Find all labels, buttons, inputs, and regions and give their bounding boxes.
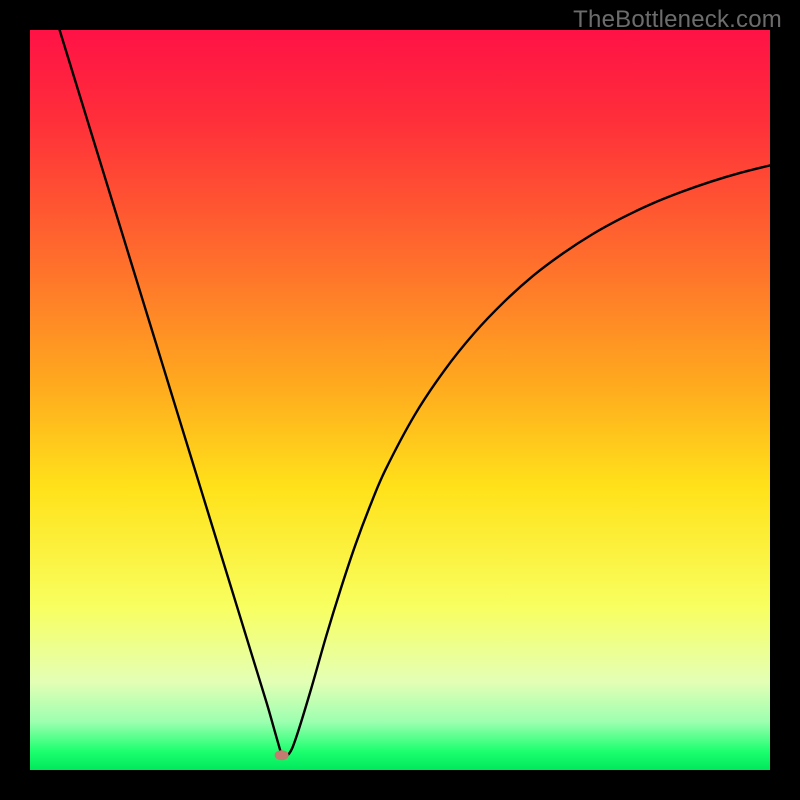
chart-svg — [30, 30, 770, 770]
optimum-marker — [275, 750, 289, 760]
chart-frame: TheBottleneck.com — [0, 0, 800, 800]
plot-area — [30, 30, 770, 770]
gradient-background — [30, 30, 770, 770]
